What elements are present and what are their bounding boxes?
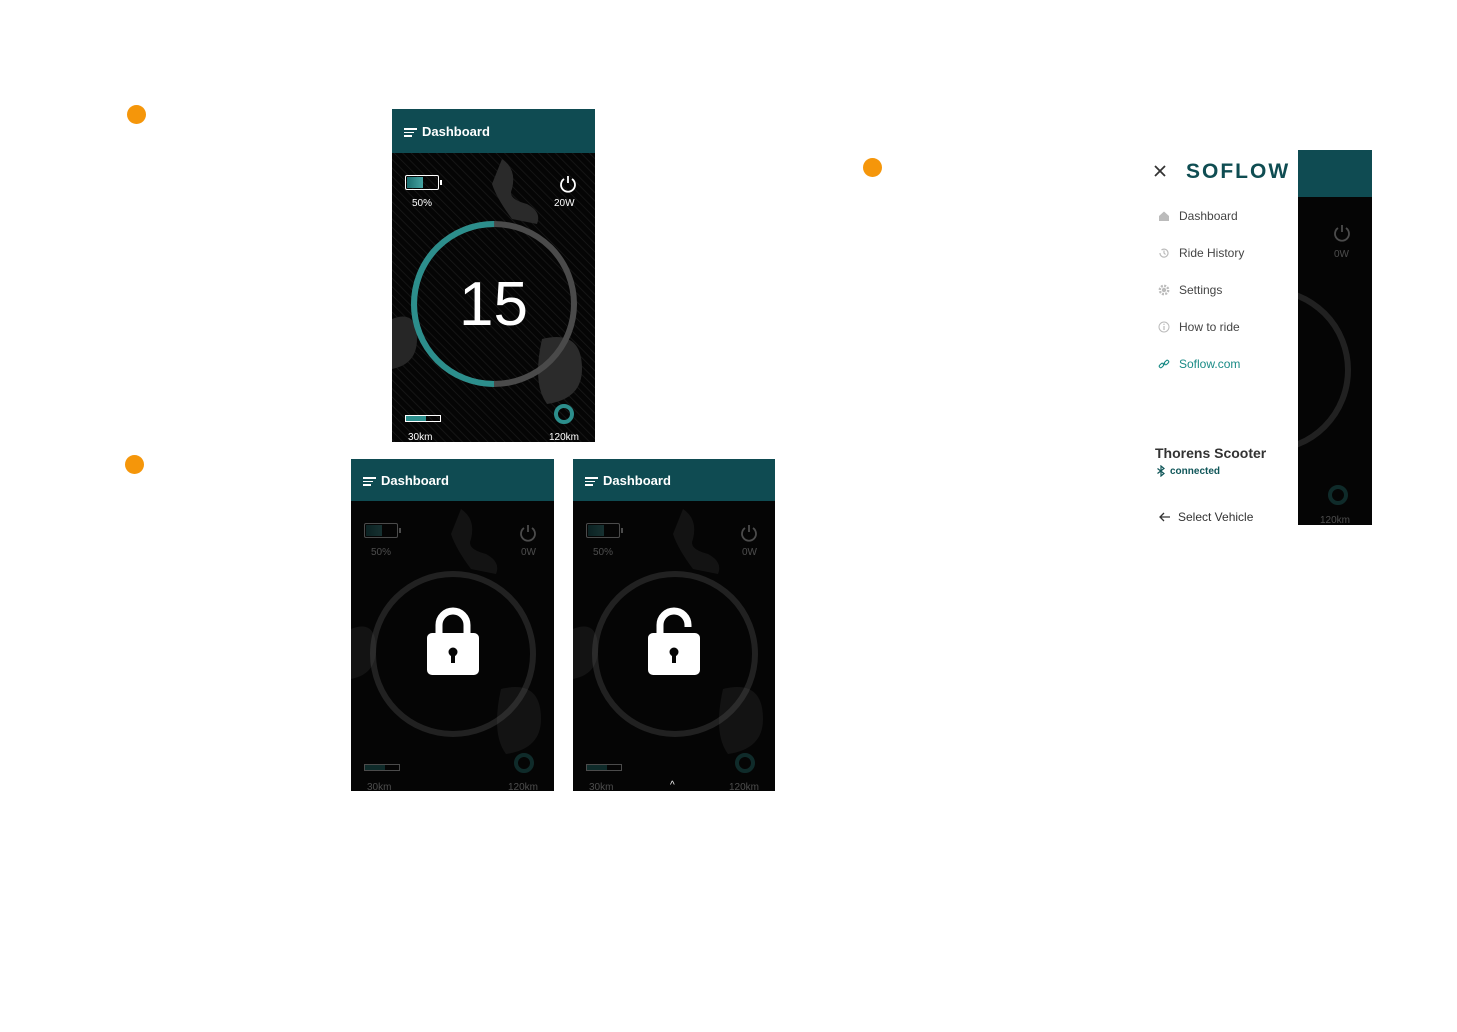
battery-fill: [588, 525, 604, 536]
nav-item-dashboard[interactable]: Dashboard: [1158, 209, 1238, 223]
hamburger-menu-icon[interactable]: [363, 475, 376, 486]
power-icon: [1334, 225, 1350, 242]
nav-item-how-to-ride[interactable]: How to ride: [1158, 320, 1240, 334]
vehicle-name: Thorens Scooter: [1155, 445, 1267, 461]
nav-item-label: Settings: [1179, 283, 1223, 297]
bluetooth-icon: [1157, 465, 1165, 477]
power-icon: [741, 525, 757, 542]
speed-gauge: [1298, 292, 1351, 448]
battery-label: 50%: [371, 547, 392, 558]
hamburger-menu-icon[interactable]: [585, 475, 598, 486]
side-menu: SOFLOW Dashboard Ride History Settings H…: [1150, 150, 1298, 525]
home-icon: [1159, 211, 1169, 221]
total-distance-label: 120km: [1320, 515, 1351, 525]
range-bar: [586, 764, 622, 771]
lock-closed-icon[interactable]: [427, 607, 479, 675]
range-bar-fill: [406, 416, 427, 421]
gear-icon: [1158, 284, 1170, 296]
connection-status: connected: [1156, 465, 1220, 477]
header-title: Dashboard: [603, 472, 671, 488]
history-icon: [1159, 248, 1169, 258]
nav-item-label: Soflow.com: [1179, 357, 1241, 371]
header-title: Dashboard: [381, 472, 449, 488]
nav-item-soflow-link[interactable]: Soflow.com: [1158, 357, 1240, 371]
nav-item-ride-history[interactable]: Ride History: [1158, 246, 1244, 260]
odometer-ring-icon: [554, 404, 574, 424]
power-label: 20W: [554, 198, 575, 209]
total-distance-label: 120km: [508, 782, 539, 791]
info-icon: [1158, 321, 1170, 333]
nav-item-label: How to ride: [1179, 320, 1240, 334]
odometer-ring-icon: [514, 753, 534, 773]
arrow-left-icon: [1159, 512, 1170, 522]
range-label: 30km: [367, 782, 392, 791]
nav-item-label: Ride History: [1179, 246, 1245, 260]
app-header: Dashboard: [573, 459, 775, 501]
power-label: 0W: [1334, 249, 1349, 260]
lock-open-icon[interactable]: [648, 607, 700, 675]
header-title: Dashboard: [422, 123, 490, 139]
range-bar: [364, 764, 400, 771]
select-vehicle-label: Select Vehicle: [1178, 510, 1254, 524]
app-header: Dashboard: [351, 459, 554, 501]
battery-fill: [407, 177, 423, 188]
app-header: Dashboard: [392, 109, 595, 153]
battery-icon: [586, 523, 623, 538]
marker-dot-2: [863, 158, 882, 177]
power-label: 0W: [742, 547, 757, 558]
dashboard-screen-peek[interactable]: 0W 120km: [1298, 150, 1372, 525]
total-distance-label: 120km: [549, 432, 580, 442]
range-label: 30km: [589, 782, 614, 791]
swipe-up-hint[interactable]: ^: [670, 780, 675, 791]
close-icon[interactable]: [1153, 164, 1167, 178]
power-label: 0W: [521, 547, 536, 558]
connection-status-label: connected: [1170, 465, 1221, 477]
speed-readout: 15: [459, 270, 528, 339]
odometer-ring-icon: [735, 753, 755, 773]
dashboard-screen-locked: Dashboard 50% 0W 30km 120km: [351, 459, 554, 791]
app-header: [1298, 150, 1372, 197]
marker-dot-1: [127, 105, 146, 124]
odometer-ring-icon: [1328, 485, 1348, 505]
range-bar: [405, 415, 441, 422]
range-label: 30km: [408, 432, 433, 442]
battery-fill: [366, 525, 382, 536]
nav-item-settings[interactable]: Settings: [1158, 283, 1222, 297]
nav-item-label: Dashboard: [1179, 209, 1238, 223]
battery-label: 50%: [593, 547, 614, 558]
soflow-logo: SOFLOW: [1186, 160, 1291, 183]
hamburger-menu-icon[interactable]: [404, 126, 417, 137]
range-bar-fill: [365, 765, 386, 770]
battery-icon: [364, 523, 401, 538]
select-vehicle-button[interactable]: Select Vehicle: [1159, 510, 1253, 524]
power-icon: [520, 525, 536, 542]
link-icon: [1158, 359, 1170, 369]
battery-label: 50%: [412, 198, 433, 209]
power-icon: [560, 176, 576, 193]
dashboard-screen-unlocked: Dashboard 50% 0W 30km 120km ^: [573, 459, 775, 791]
marker-dot-3: [125, 455, 144, 474]
total-distance-label: 120km: [729, 782, 760, 791]
dashboard-screen-riding: Dashboard 50% 20W 15 30km 120km: [392, 109, 595, 442]
range-bar-fill: [587, 765, 608, 770]
battery-icon: [405, 175, 442, 190]
